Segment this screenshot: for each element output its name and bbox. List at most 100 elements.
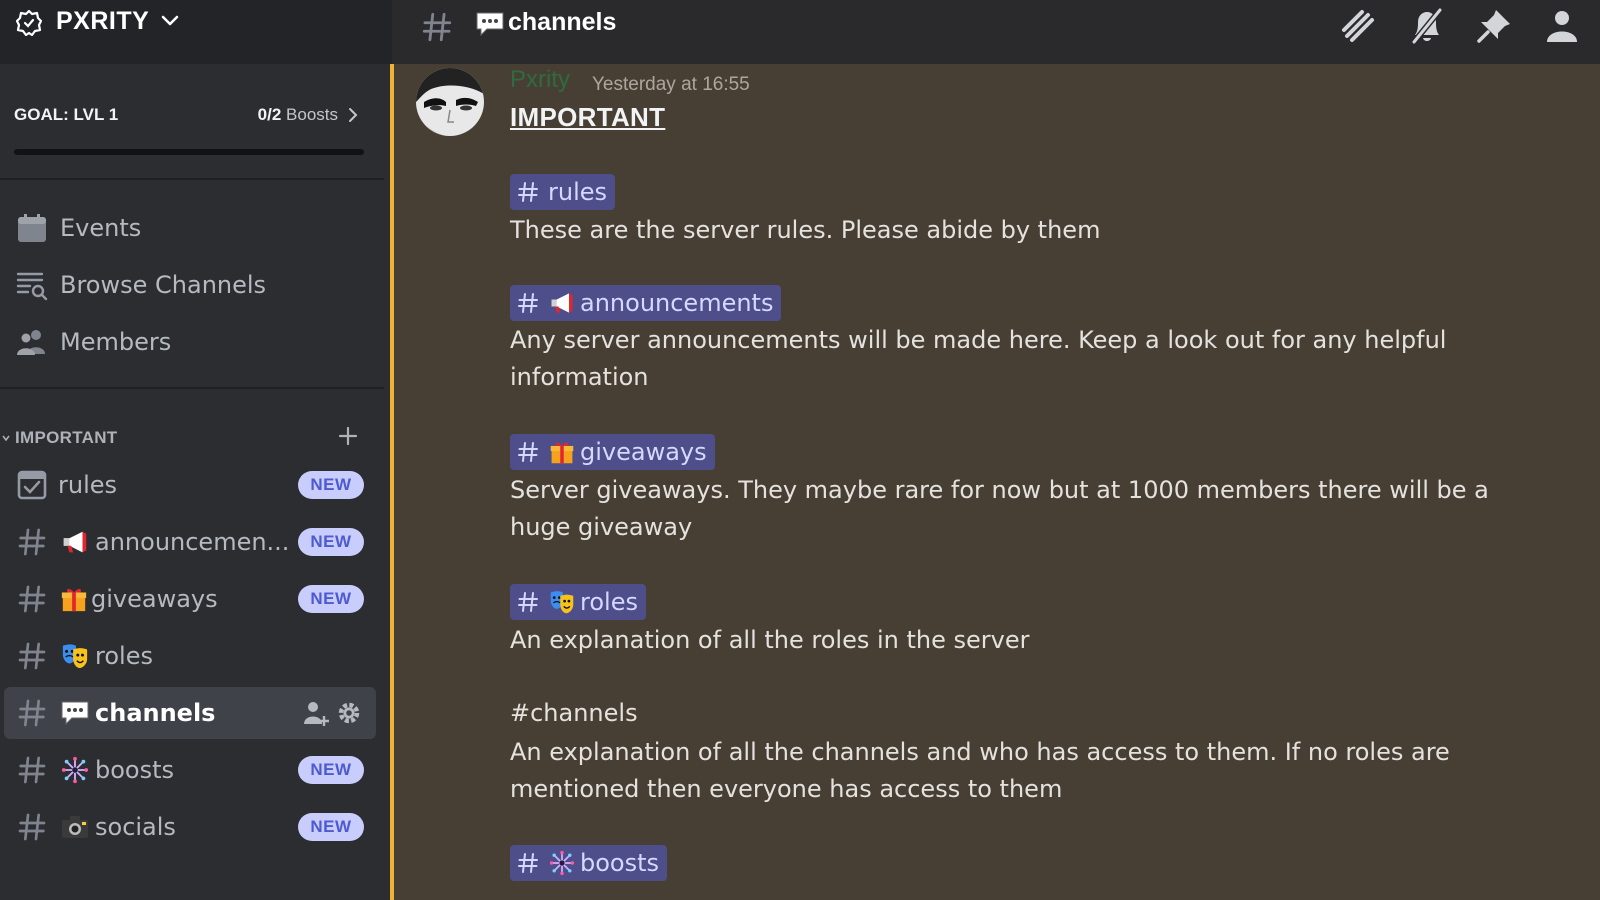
mute-bell-icon[interactable]	[1406, 6, 1446, 46]
mention-label: announcements	[580, 289, 774, 317]
firework-emoji	[60, 756, 90, 784]
nav-members[interactable]: Members	[16, 322, 376, 362]
channel-name: rules	[58, 471, 118, 499]
camera-emoji	[60, 813, 90, 841]
channel-title: channels	[508, 8, 617, 36]
server-shield-icon	[16, 10, 42, 36]
megaphone-emoji	[60, 528, 90, 556]
hash-icon	[516, 590, 540, 614]
hash-icon	[16, 811, 48, 843]
hash-icon	[16, 583, 48, 615]
megaphone-emoji	[548, 290, 576, 316]
channel-mention-boosts[interactable]: boosts	[510, 845, 668, 881]
chevron-down-icon[interactable]	[160, 14, 180, 28]
section-description: These are the server rules. Please abide…	[510, 216, 1101, 244]
nav-browse-channels[interactable]: Browse Channels	[16, 265, 376, 305]
channel-mention-rules[interactable]: rules	[510, 174, 616, 210]
channel-giveaways[interactable]: giveaways NEW	[4, 573, 376, 625]
sidebar-divider	[0, 387, 384, 389]
channel-roles[interactable]: roles	[4, 630, 376, 682]
hash-icon	[420, 10, 454, 44]
message-author[interactable]: Pxrity	[510, 66, 570, 94]
speech-bubble-emoji	[60, 699, 90, 727]
channel-name: boosts	[95, 756, 175, 784]
mention-label: giveaways	[580, 438, 707, 466]
server-name: PXRITY	[56, 7, 150, 35]
hash-icon	[16, 640, 48, 672]
gift-emoji	[548, 439, 576, 465]
section-description: An explanation of all the channels and w…	[510, 738, 1450, 803]
firework-emoji	[548, 850, 576, 876]
caret-down-icon	[2, 435, 10, 442]
hash-icon	[16, 754, 48, 786]
channel-socials[interactable]: socials NEW	[4, 801, 376, 853]
hash-icon	[516, 851, 540, 875]
channel-mention-giveaways[interactable]: giveaways	[510, 434, 715, 470]
new-badge: NEW	[298, 471, 364, 499]
boost-count-suffix: Boosts	[281, 105, 338, 124]
boost-goal-label: GOAL: LVL 1	[14, 105, 119, 124]
chevron-right-icon	[349, 108, 358, 122]
section-description: Server giveaways. They maybe rare for no…	[510, 476, 1489, 541]
new-badge: NEW	[298, 585, 364, 613]
sidebar-divider	[0, 178, 384, 180]
new-badge: NEW	[298, 528, 364, 556]
new-badge: NEW	[298, 813, 364, 841]
channel-channels[interactable]: channels	[4, 687, 376, 739]
boost-count-value: 0/2	[257, 105, 282, 124]
boost-count: 0/2 Boosts	[258, 105, 338, 125]
channel-rules[interactable]: rules NEW	[4, 459, 376, 511]
nav-events[interactable]: Events	[16, 208, 376, 248]
nav-members-label: Members	[60, 328, 172, 356]
new-badge: NEW	[298, 756, 364, 784]
mention-label: boosts	[580, 849, 660, 877]
masks-emoji	[548, 589, 576, 615]
server-header[interactable]: PXRITY	[0, 0, 392, 64]
message-timestamp: Yesterday at 16:55	[592, 74, 750, 95]
plain-channel-ref: #channels	[510, 699, 638, 727]
category-important[interactable]: IMPORTANT	[0, 426, 384, 448]
hash-icon	[16, 526, 48, 558]
channel-header: channels	[392, 0, 1600, 64]
category-label: IMPORTANT	[15, 428, 118, 447]
nav-events-label: Events	[60, 214, 142, 242]
hash-icon	[16, 697, 48, 729]
member-list-icon[interactable]	[1542, 6, 1582, 46]
hash-icon	[516, 440, 540, 464]
pin-icon[interactable]	[1474, 6, 1514, 46]
boost-progress-bar	[14, 149, 364, 155]
boost-goal[interactable]: GOAL: LVL 1 0/2 Boosts	[14, 100, 364, 160]
create-invite-icon[interactable]	[302, 699, 330, 727]
channel-name: socials	[95, 813, 176, 841]
channel-name: giveaways	[91, 585, 218, 613]
add-channel-icon[interactable]	[338, 426, 358, 446]
channel-boosts[interactable]: boosts NEW	[4, 744, 376, 796]
settings-gear-icon[interactable]	[335, 699, 363, 727]
calendar-icon	[18, 214, 46, 242]
avatar-image	[416, 68, 484, 136]
speech-bubble-emoji	[475, 11, 505, 37]
section-description: An explanation of all the roles in the s…	[510, 626, 1030, 654]
mention-label: roles	[580, 588, 638, 616]
channel-sidebar: PXRITY GOAL: LVL 1 0/2 Boosts Events Bro…	[0, 0, 392, 900]
nav-browse-channels-label: Browse Channels	[60, 271, 267, 299]
channel-announcements[interactable]: announcemen... NEW	[4, 516, 376, 568]
hash-icon	[516, 291, 540, 315]
rules-checkbox-icon	[17, 470, 47, 500]
message-heading: IMPORTANT	[510, 102, 666, 132]
hash-icon	[516, 180, 540, 204]
browse-channels-icon	[16, 272, 48, 301]
threads-icon[interactable]	[1338, 6, 1378, 46]
message: Pxrity Yesterday at 16:55 IMPORTANT rule…	[392, 64, 1600, 900]
mention-label: rules	[548, 178, 608, 206]
members-icon	[17, 330, 45, 355]
channel-name: announcemen...	[95, 528, 290, 556]
masks-emoji	[60, 642, 90, 670]
section-description: Any server announcements will be made he…	[510, 326, 1447, 391]
channel-name: channels	[95, 699, 216, 727]
avatar[interactable]	[416, 68, 484, 136]
channel-name: roles	[95, 642, 153, 670]
channel-mention-roles[interactable]: roles	[510, 584, 646, 620]
gift-emoji	[60, 585, 88, 613]
channel-mention-announcements[interactable]: announcements	[510, 285, 782, 321]
